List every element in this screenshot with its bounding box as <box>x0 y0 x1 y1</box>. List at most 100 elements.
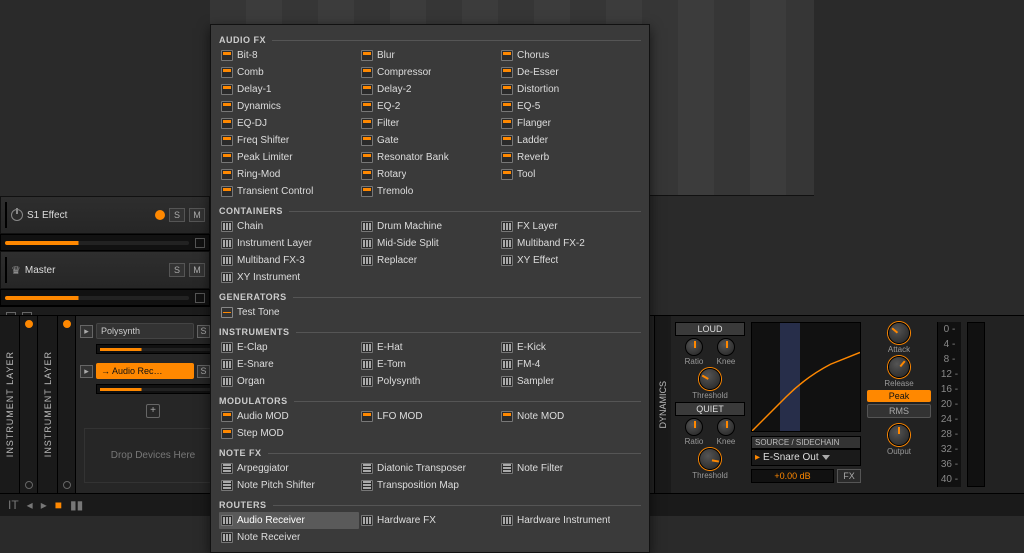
stop-icon[interactable]: ■ <box>55 498 62 512</box>
rail-dot-icon[interactable] <box>25 481 33 489</box>
menu-item[interactable]: Delay-1 <box>219 81 359 98</box>
menu-item[interactable]: Test Tone <box>219 304 359 321</box>
menu-item[interactable]: Organ <box>219 373 359 390</box>
solo-button[interactable]: S <box>169 208 185 222</box>
menu-item[interactable]: Compressor <box>359 64 499 81</box>
threshold-loud-knob[interactable] <box>699 368 721 390</box>
track-master[interactable]: Master S M <box>0 251 210 289</box>
menu-item[interactable]: Mid-Side Split <box>359 235 499 252</box>
rail-dot-on-icon[interactable] <box>25 320 33 328</box>
menu-item[interactable]: Replacer <box>359 252 499 269</box>
drop-devices-zone[interactable]: Drop Devices Here <box>84 428 222 483</box>
track-s1-effect[interactable]: S1 Effect S M <box>0 196 210 234</box>
power-icon[interactable] <box>11 209 23 221</box>
menu-item[interactable]: Peak Limiter <box>219 149 359 166</box>
device-chip-selected[interactable]: Audio Rec… <box>96 363 194 379</box>
menu-item[interactable]: Chain <box>219 218 359 235</box>
menu-item[interactable]: Tool <box>499 166 639 183</box>
menu-item[interactable]: XY Instrument <box>219 269 359 286</box>
attack-knob[interactable] <box>888 322 910 344</box>
menu-item[interactable]: Drum Machine <box>359 218 499 235</box>
menu-item[interactable]: FX Layer <box>499 218 639 235</box>
meter-toggle-icon[interactable] <box>195 293 205 303</box>
menu-item[interactable]: Arpeggiator <box>219 460 359 477</box>
peak-button[interactable]: Peak <box>867 390 931 402</box>
menu-item[interactable]: Ring-Mod <box>219 166 359 183</box>
menu-item[interactable]: Freq Shifter <box>219 132 359 149</box>
menu-item[interactable]: Transient Control <box>219 183 359 200</box>
menu-item[interactable]: Ladder <box>499 132 639 149</box>
device-slot-audio-receiver[interactable]: ▸ Audio Rec… S M <box>80 362 226 380</box>
device-browser-menu[interactable]: AUDIO FXBit-8BlurChorusCombCompressorDe-… <box>210 24 650 553</box>
pause-icon[interactable]: ▮▮ <box>70 498 83 512</box>
record-arm-icon[interactable] <box>155 210 165 220</box>
menu-item[interactable]: Step MOD <box>219 425 359 442</box>
menu-item[interactable]: E-Kick <box>499 339 639 356</box>
menu-item[interactable]: Distortion <box>499 81 639 98</box>
drag-handle-icon[interactable] <box>5 202 7 228</box>
menu-item[interactable]: Multiband FX-3 <box>219 252 359 269</box>
track-name[interactable]: Master <box>25 265 165 276</box>
transfer-curve[interactable] <box>751 322 861 432</box>
menu-item[interactable]: Reverb <box>499 149 639 166</box>
menu-item[interactable]: Flanger <box>499 115 639 132</box>
expand-icon[interactable]: ▸ <box>80 365 93 378</box>
solo-button[interactable]: S <box>169 263 185 277</box>
menu-item[interactable]: Rotary <box>359 166 499 183</box>
rail-dot-icon[interactable] <box>63 481 71 489</box>
menu-item[interactable]: Audio Receiver <box>219 512 359 529</box>
menu-item[interactable]: Multiband FX-2 <box>499 235 639 252</box>
menu-item[interactable]: E-Clap <box>219 339 359 356</box>
meter-toggle-icon[interactable] <box>195 238 205 248</box>
device-chip[interactable]: Polysynth <box>96 323 194 339</box>
instrument-layer-tab-outer[interactable]: INSTRUMENT LAYER <box>0 316 20 493</box>
menu-item[interactable]: Note MOD <box>499 408 639 425</box>
menu-item[interactable]: EQ-2 <box>359 98 499 115</box>
menu-item[interactable]: Bit-8 <box>219 47 359 64</box>
menu-item[interactable]: Delay-2 <box>359 81 499 98</box>
dynamics-tab[interactable]: DYNAMICS <box>655 316 671 493</box>
menu-item[interactable]: Polysynth <box>359 373 499 390</box>
menu-item[interactable]: XY Effect <box>499 252 639 269</box>
drag-handle-icon[interactable] <box>5 257 7 283</box>
sidechain-source-dropdown[interactable]: ▸ E-Snare Out <box>751 449 861 466</box>
next-icon[interactable]: ▸ <box>41 498 47 512</box>
menu-item[interactable]: Sampler <box>499 373 639 390</box>
gain-readout[interactable]: +0.00 dB <box>751 469 834 483</box>
solo-button[interactable]: S <box>197 365 210 378</box>
menu-item[interactable]: Resonator Bank <box>359 149 499 166</box>
add-slot-icon[interactable]: + <box>146 404 160 418</box>
mute-button[interactable]: M <box>189 208 205 222</box>
release-knob[interactable] <box>888 356 910 378</box>
edit-mode-label[interactable]: IT <box>8 498 19 512</box>
menu-item[interactable]: E-Hat <box>359 339 499 356</box>
menu-item[interactable]: Blur <box>359 47 499 64</box>
knee-knob[interactable] <box>717 338 735 356</box>
menu-item[interactable]: EQ-DJ <box>219 115 359 132</box>
ratio-knob[interactable] <box>685 418 703 436</box>
ratio-knob[interactable] <box>685 338 703 356</box>
menu-item[interactable]: Hardware Instrument <box>499 512 639 529</box>
menu-item[interactable]: Note Filter <box>499 460 639 477</box>
prev-icon[interactable]: ◂ <box>27 498 33 512</box>
menu-item[interactable]: E-Tom <box>359 356 499 373</box>
rail-dot-on-icon[interactable] <box>63 320 71 328</box>
menu-item[interactable]: EQ-5 <box>499 98 639 115</box>
instrument-layer-tab-inner[interactable]: INSTRUMENT LAYER <box>38 316 58 493</box>
menu-item[interactable]: Note Pitch Shifter <box>219 477 359 494</box>
menu-item[interactable]: Tremolo <box>359 183 499 200</box>
menu-item[interactable]: E-Snare <box>219 356 359 373</box>
solo-button[interactable]: S <box>197 325 210 338</box>
menu-item[interactable]: Audio MOD <box>219 408 359 425</box>
knee-knob[interactable] <box>717 418 735 436</box>
menu-item[interactable]: Filter <box>359 115 499 132</box>
menu-item[interactable]: Gate <box>359 132 499 149</box>
threshold-quiet-knob[interactable] <box>699 448 721 470</box>
menu-item[interactable]: Transposition Map <box>359 477 499 494</box>
menu-item[interactable]: De-Esser <box>499 64 639 81</box>
menu-item[interactable]: Instrument Layer <box>219 235 359 252</box>
menu-item[interactable]: Note Receiver <box>219 529 359 546</box>
fx-button[interactable]: FX <box>837 469 861 483</box>
device-slot-polysynth[interactable]: ▸ Polysynth S M <box>80 322 226 340</box>
rms-button[interactable]: RMS <box>867 404 931 418</box>
